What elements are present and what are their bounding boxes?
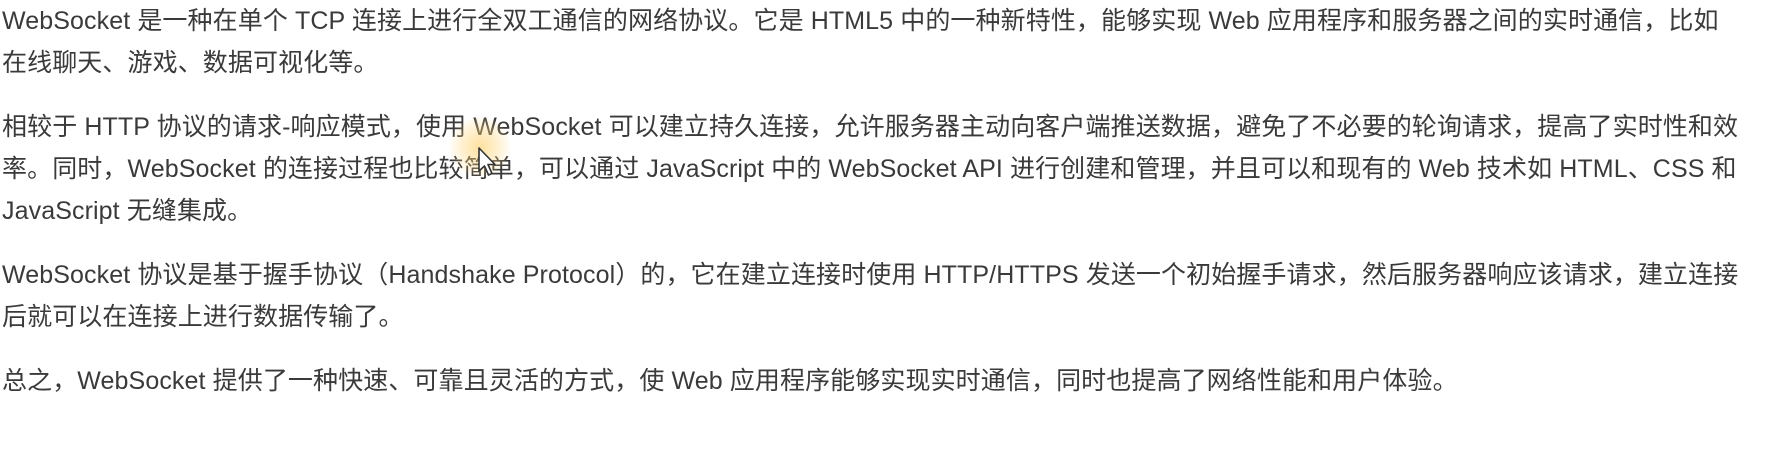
mouse-pointer-icon: [478, 147, 496, 176]
paragraph-summary: 总之，WebSocket 提供了一种快速、可靠且灵活的方式，使 Web 应用程序…: [2, 367, 1458, 395]
article-body: WebSocket 是一种在单个 TCP 连接上进行全双工通信的网络协议。它是 …: [0, 0, 1742, 402]
paragraph-websocket-intro: WebSocket 是一种在单个 TCP 连接上进行全双工通信的网络协议。它是 …: [2, 7, 1719, 77]
paragraph-handshake: WebSocket 协议是基于握手协议（Handshake Protocol）的…: [2, 261, 1739, 331]
mouse-cursor: [450, 117, 510, 181]
paragraph-http-comparison: 相较于 HTTP 协议的请求-响应模式，使用 WebSocket 可以建立持久连…: [2, 113, 1739, 225]
